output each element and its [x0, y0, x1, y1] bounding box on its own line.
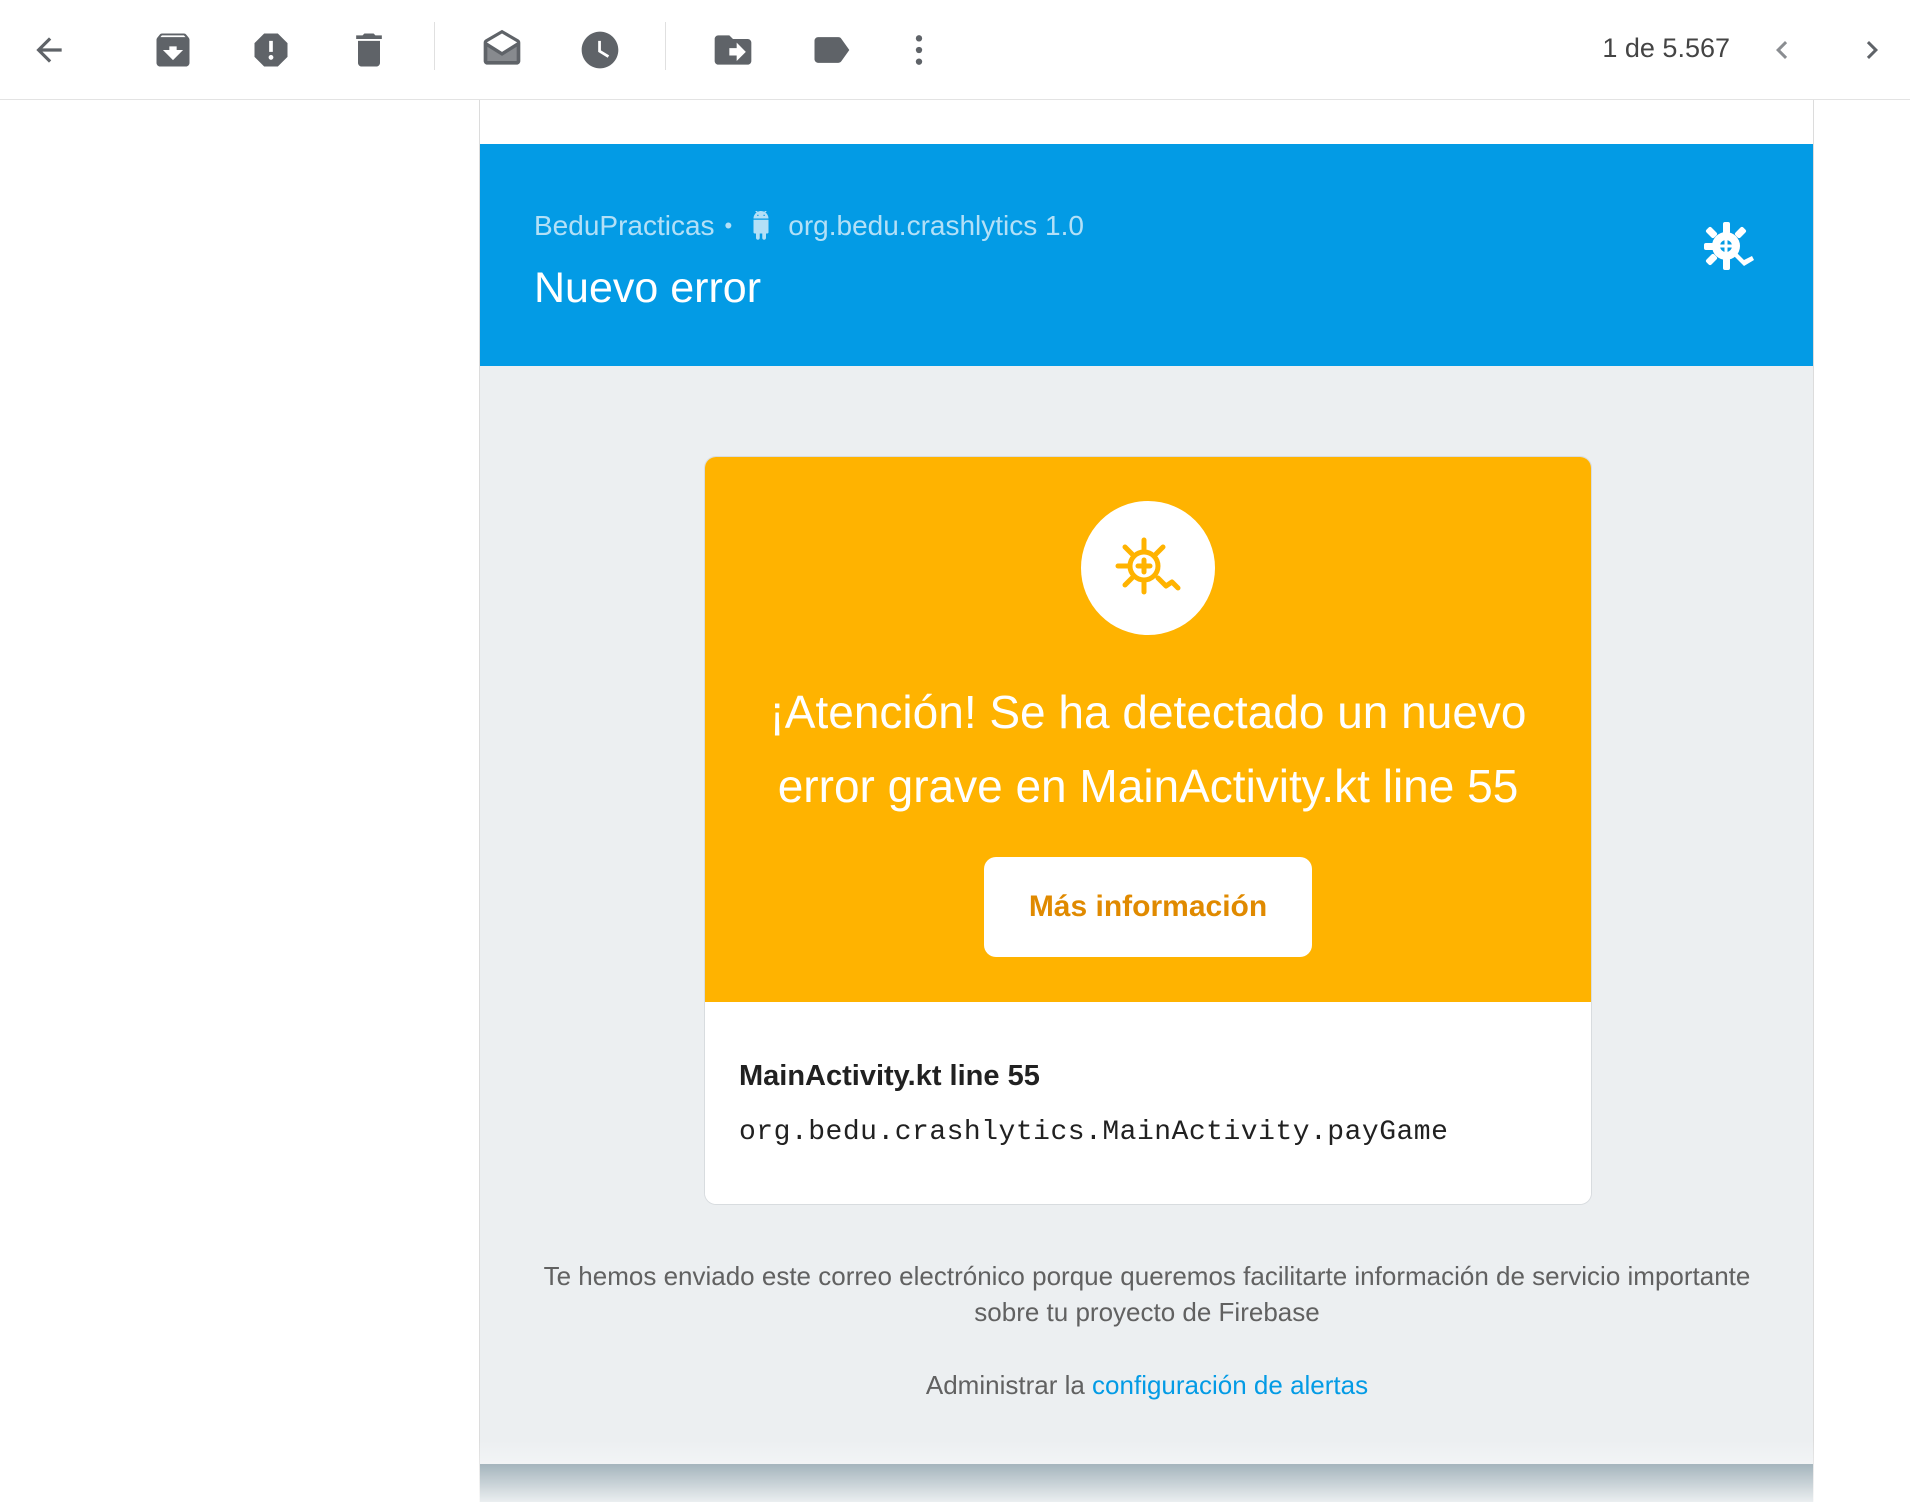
snooze-button[interactable] [568, 18, 632, 82]
clock-icon [581, 31, 619, 69]
alert-details: MainActivity.kt line 55 org.bedu.crashly… [705, 1002, 1591, 1204]
delete-button[interactable] [337, 18, 401, 82]
email-message-frame: BeduPracticas • org.bedu.crashlytics 1.0… [479, 100, 1814, 1502]
header-meta: BeduPracticas • org.bedu.crashlytics 1.0 [534, 206, 1084, 246]
previous-email-button[interactable] [1750, 18, 1814, 82]
manage-alerts-line: Administrar la configuración de alertas [540, 1370, 1754, 1401]
more-options-button[interactable] [887, 18, 951, 82]
mark-unread-icon [483, 29, 521, 65]
error-file-line: MainActivity.kt line 55 [739, 1060, 1040, 1092]
report-spam-button[interactable] [239, 18, 303, 82]
pager-count: 1 de 5.567 [1602, 33, 1730, 63]
move-to-icon [714, 35, 752, 65]
trash-icon [356, 33, 382, 67]
more-info-button[interactable]: Más información [984, 857, 1312, 957]
manage-prefix: Administrar la [925, 1370, 1085, 1400]
mark-unread-button[interactable] [470, 18, 534, 82]
back-button[interactable] [17, 18, 81, 82]
toolbar-divider [665, 22, 666, 70]
alert-settings-link[interactable]: configuración de alertas [1092, 1370, 1368, 1400]
email-content: BeduPracticas • org.bedu.crashlytics 1.0… [480, 144, 1813, 1502]
toolbar-divider [434, 22, 435, 70]
archive-button[interactable] [141, 18, 205, 82]
archive-icon [156, 33, 190, 67]
move-to-button[interactable] [701, 18, 765, 82]
more-vert-icon [915, 35, 923, 65]
alert-message: ¡Atención! Se ha detectado un nuevo erro… [769, 686, 1527, 812]
next-email-button[interactable] [1840, 18, 1904, 82]
chevron-right-icon [1866, 41, 1878, 59]
report-spam-icon [254, 33, 288, 67]
android-icon [746, 211, 776, 241]
arrow-back-icon [36, 37, 62, 63]
footer-note: Te hemos enviado este correo electrónico… [543, 1261, 1751, 1327]
label-button[interactable] [799, 18, 863, 82]
label-icon [814, 37, 850, 63]
chevron-left-icon [1776, 41, 1788, 59]
email-footer-band [480, 1464, 1813, 1502]
project-name: BeduPracticas [534, 210, 715, 241]
alert-card-banner: ¡Atención! Se ha detectado un nuevo erro… [705, 457, 1591, 1002]
email-header-band: BeduPracticas • org.bedu.crashlytics 1.0… [480, 144, 1813, 366]
meta-separator: • [724, 213, 733, 238]
app-version: org.bedu.crashlytics 1.0 [788, 210, 1084, 241]
error-method: org.bedu.crashlytics.MainActivity.payGam… [739, 1117, 1449, 1148]
alert-card: ¡Atención! Se ha detectado un nuevo erro… [704, 456, 1592, 1205]
crashlytics-bug-icon [1081, 501, 1215, 635]
crashlytics-logo-icon [1704, 222, 1754, 270]
email-toolbar: 1 de 5.567 [0, 0, 1910, 100]
email-title: Nuevo error [534, 264, 762, 312]
